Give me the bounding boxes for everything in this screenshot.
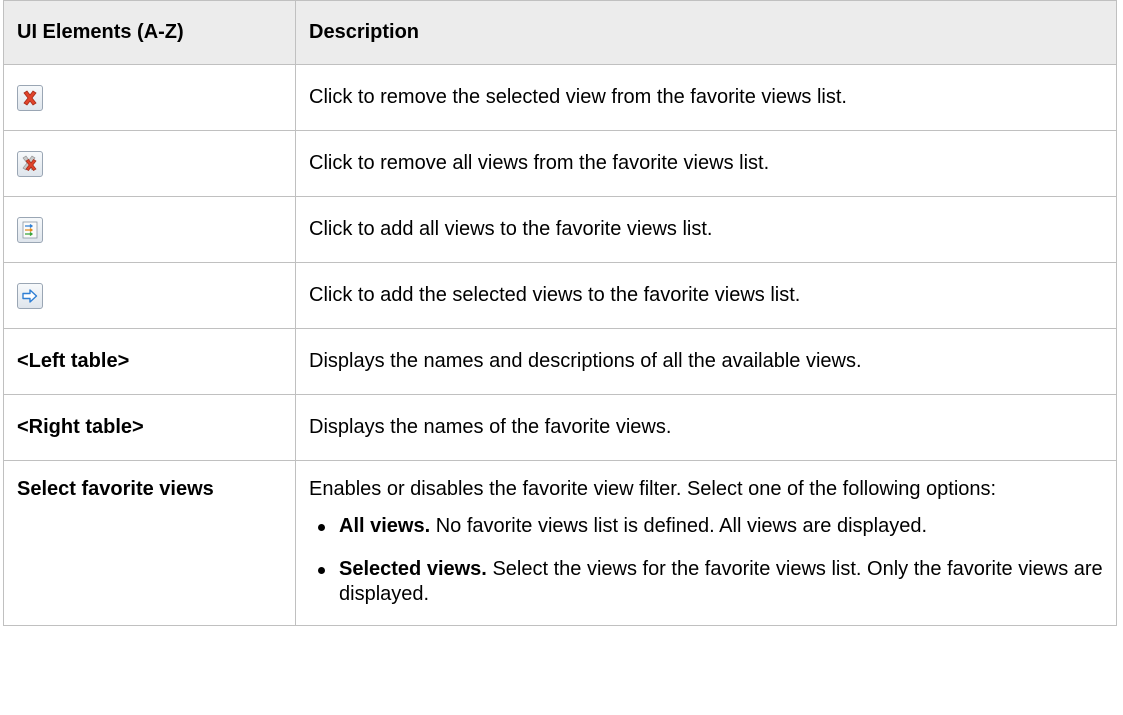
description-cell: Click to remove the selected view from t… <box>295 64 1117 131</box>
table-row: Select favorite views Enables or disable… <box>3 460 1117 626</box>
table-row: Click to remove all views from the favor… <box>3 130 1117 197</box>
table-row: Click to add the selected views to the f… <box>3 262 1117 329</box>
list-item: All views. No favorite views list is def… <box>309 514 1108 539</box>
remove-selected-icon <box>17 85 43 111</box>
description-cell: Click to add the selected views to the f… <box>295 262 1117 329</box>
table-row: <Right table> Displays the names of the … <box>3 394 1117 461</box>
ui-elements-table: UI Elements (A-Z) Description Click to r… <box>3 0 1117 626</box>
option-label: Selected views. <box>339 558 487 580</box>
element-cell: <Left table> <box>3 328 296 395</box>
table-row: Click to add all views to the favorite v… <box>3 196 1117 263</box>
remove-all-icon <box>17 151 43 177</box>
table-header-row: UI Elements (A-Z) Description <box>3 0 1117 65</box>
description-cell: Enables or disables the favorite view fi… <box>295 460 1117 626</box>
header-ui-elements: UI Elements (A-Z) <box>3 0 296 65</box>
element-cell: Select favorite views <box>3 460 296 626</box>
description-cell: Displays the names and descriptions of a… <box>295 328 1117 395</box>
element-cell <box>3 196 296 263</box>
table-row: Click to remove the selected view from t… <box>3 64 1117 131</box>
element-cell <box>3 64 296 131</box>
option-label: All views. <box>339 515 431 537</box>
description-cell: Displays the names of the favorite views… <box>295 394 1117 461</box>
description-cell: Click to add all views to the favorite v… <box>295 196 1117 263</box>
element-cell <box>3 130 296 197</box>
header-description: Description <box>295 0 1117 65</box>
element-cell: <Right table> <box>3 394 296 461</box>
add-all-icon <box>17 217 43 243</box>
description-cell: Click to remove all views from the favor… <box>295 130 1117 197</box>
element-cell <box>3 262 296 329</box>
description-text: Enables or disables the favorite view fi… <box>309 478 997 500</box>
table-row: <Left table> Displays the names and desc… <box>3 328 1117 395</box>
option-text: No favorite views list is defined. All v… <box>435 515 928 537</box>
list-item: Selected views. Select the views for the… <box>309 557 1108 607</box>
options-list: All views. No favorite views list is def… <box>309 514 1108 607</box>
add-selected-icon <box>17 283 43 309</box>
